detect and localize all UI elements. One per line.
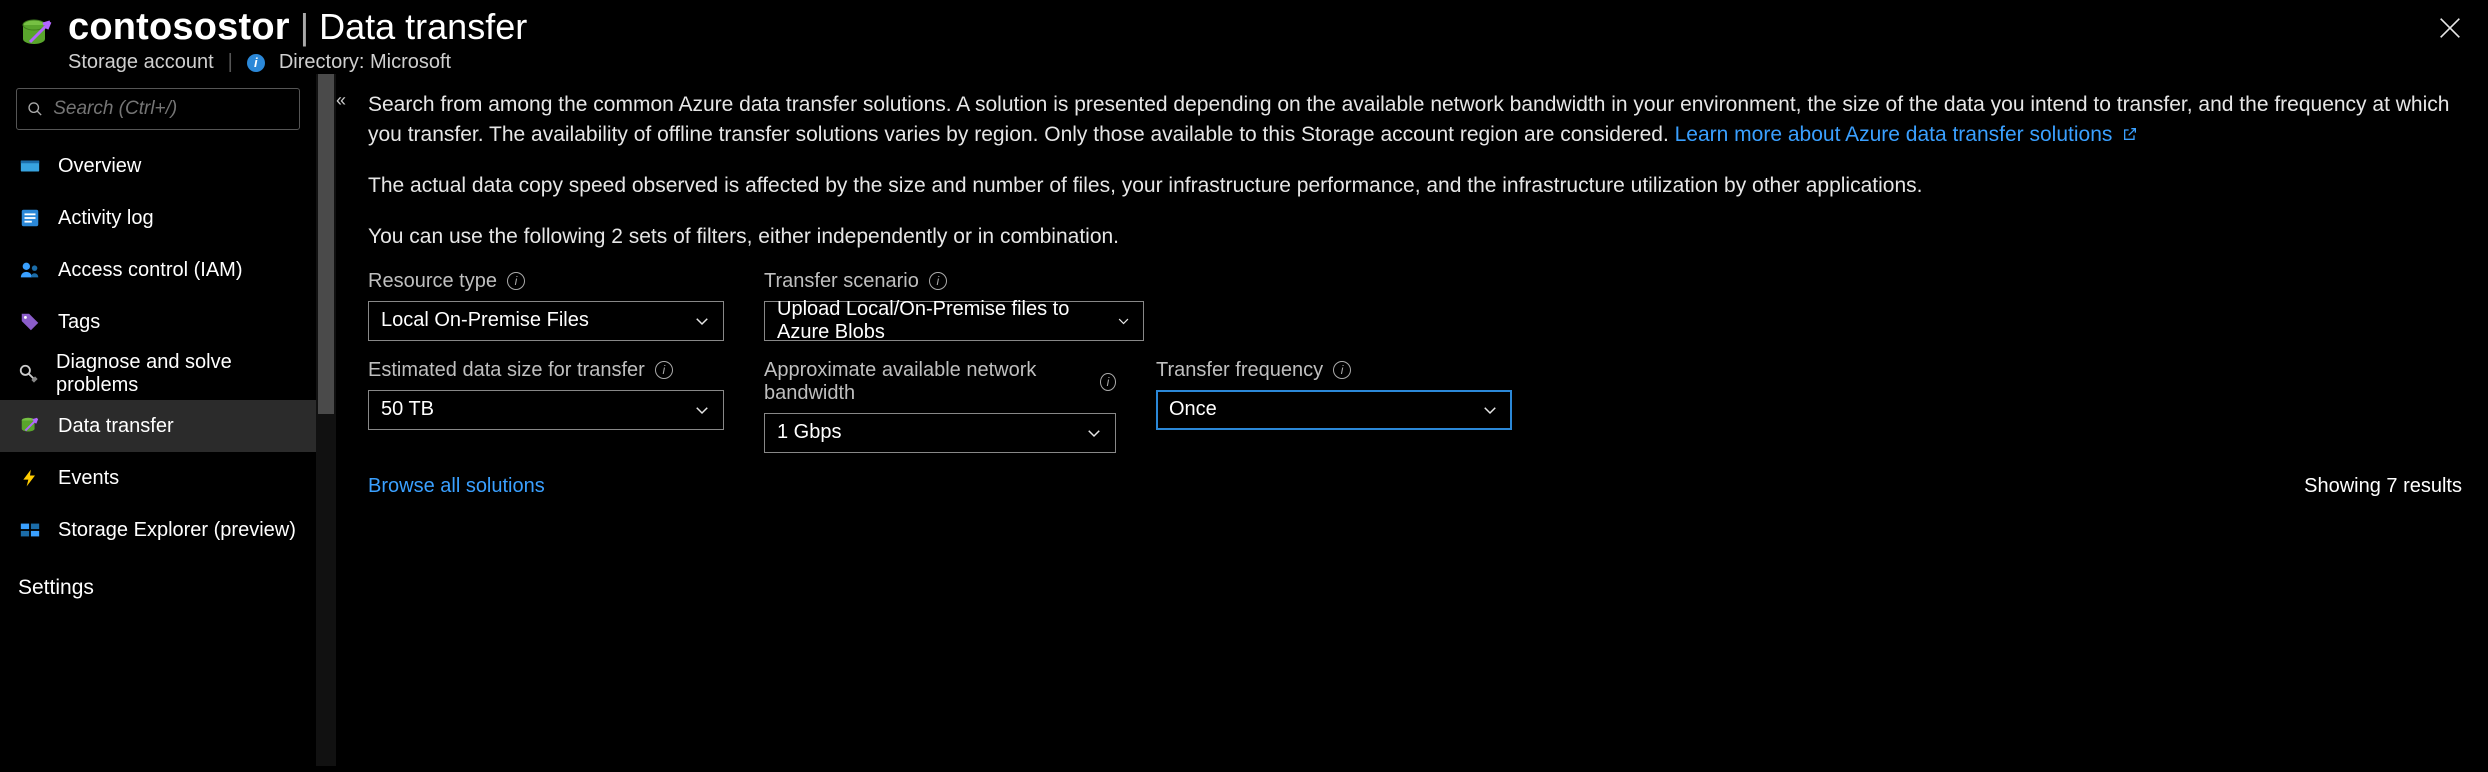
info-icon[interactable]: i: [655, 361, 673, 379]
info-icon[interactable]: i: [247, 54, 265, 72]
select-value: Once: [1169, 398, 1217, 421]
blade-header: contosostor | Data transfer Storage acco…: [0, 0, 2488, 74]
learn-more-link[interactable]: Learn more about Azure data transfer sol…: [1675, 123, 2139, 146]
diagnose-icon: [18, 362, 40, 386]
close-button[interactable]: [2436, 14, 2464, 42]
search-input[interactable]: [53, 98, 289, 120]
events-icon: [18, 466, 42, 490]
select-value: 1 Gbps: [777, 421, 841, 444]
browse-all-solutions-link[interactable]: Browse all solutions: [368, 475, 545, 498]
sidebar-item-label: Diagnose and solve problems: [56, 351, 298, 397]
transfer-scenario-select[interactable]: Upload Local/On-Premise files to Azure B…: [764, 301, 1144, 341]
sidebar-item-data-transfer[interactable]: Data transfer: [0, 400, 316, 452]
frequency-label: Transfer frequency i: [1156, 359, 1512, 382]
bandwidth-label: Approximate available network bandwidth …: [764, 359, 1116, 405]
sidebar-item-storage-explorer[interactable]: Storage Explorer (preview): [0, 504, 316, 556]
sidebar-item-label: Events: [58, 467, 119, 490]
resource-type-label: Storage account: [68, 51, 214, 74]
sidebar-item-label: Overview: [58, 155, 141, 178]
sidebar-item-label: Access control (IAM): [58, 259, 242, 282]
sidebar-item-label: Tags: [58, 311, 100, 334]
external-link-icon: [2122, 121, 2138, 151]
overview-icon: [18, 154, 42, 178]
select-value: Upload Local/On-Premise files to Azure B…: [777, 298, 1116, 344]
sidebar-item-activity-log[interactable]: Activity log: [0, 192, 316, 244]
info-icon[interactable]: i: [1100, 373, 1116, 391]
chevron-down-icon: [693, 312, 711, 330]
select-value: Local On-Premise Files: [381, 309, 589, 332]
select-value: 50 TB: [381, 398, 434, 421]
sidebar-item-label: Storage Explorer (preview): [58, 519, 296, 542]
chevron-down-icon: [1085, 424, 1103, 442]
blade-title: Data transfer: [319, 6, 527, 48]
info-icon[interactable]: i: [507, 272, 525, 290]
scrollbar-thumb[interactable]: [318, 74, 334, 414]
sidebar-item-tags[interactable]: Tags: [0, 296, 316, 348]
sidebar-item-label: Activity log: [58, 207, 154, 230]
intro-paragraph-1: Search from among the common Azure data …: [368, 90, 2462, 151]
results-count: Showing 7 results: [2304, 475, 2462, 498]
transfer-scenario-label: Transfer scenario i: [764, 270, 1144, 293]
chevron-down-icon: [1116, 312, 1131, 330]
chevron-down-icon: [693, 401, 711, 419]
info-icon[interactable]: i: [929, 272, 947, 290]
bandwidth-select[interactable]: 1 Gbps: [764, 413, 1116, 453]
intro-paragraph-3: You can use the following 2 sets of filt…: [368, 222, 2462, 252]
content-pane: Search from among the common Azure data …: [336, 74, 2488, 766]
title-separator: |: [300, 6, 309, 48]
sidebar: « Overview Activity log Access control (…: [0, 74, 316, 766]
info-icon[interactable]: i: [1333, 361, 1351, 379]
frequency-select[interactable]: Once: [1156, 390, 1512, 430]
activity-log-icon: [18, 206, 42, 230]
storage-account-icon: [20, 16, 56, 52]
storage-explorer-icon: [18, 518, 42, 542]
search-icon: [27, 100, 43, 118]
intro-paragraph-2: The actual data copy speed observed is a…: [368, 171, 2462, 201]
sidebar-item-overview[interactable]: Overview: [0, 140, 316, 192]
estimated-size-label: Estimated data size for transfer i: [368, 359, 724, 382]
sidebar-search[interactable]: [16, 88, 300, 130]
data-transfer-icon: [18, 414, 42, 438]
sidebar-item-access-control[interactable]: Access control (IAM): [0, 244, 316, 296]
sidebar-item-label: Data transfer: [58, 415, 174, 438]
sidebar-section-settings: Settings: [0, 556, 316, 600]
sidebar-scrollbar[interactable]: [316, 74, 336, 766]
resource-type-label: Resource type i: [368, 270, 724, 293]
chevron-down-icon: [1481, 401, 1499, 419]
learn-more-text: Learn more about Azure data transfer sol…: [1675, 123, 2113, 146]
resource-type-select[interactable]: Local On-Premise Files: [368, 301, 724, 341]
estimated-size-select[interactable]: 50 TB: [368, 390, 724, 430]
sidebar-item-diagnose[interactable]: Diagnose and solve problems: [0, 348, 316, 400]
resource-name: contosostor: [68, 6, 290, 49]
directory-label: Directory: Microsoft: [279, 51, 451, 74]
access-control-icon: [18, 258, 42, 282]
tags-icon: [18, 310, 42, 334]
subtitle-divider: |: [228, 51, 233, 74]
sidebar-item-events[interactable]: Events: [0, 452, 316, 504]
